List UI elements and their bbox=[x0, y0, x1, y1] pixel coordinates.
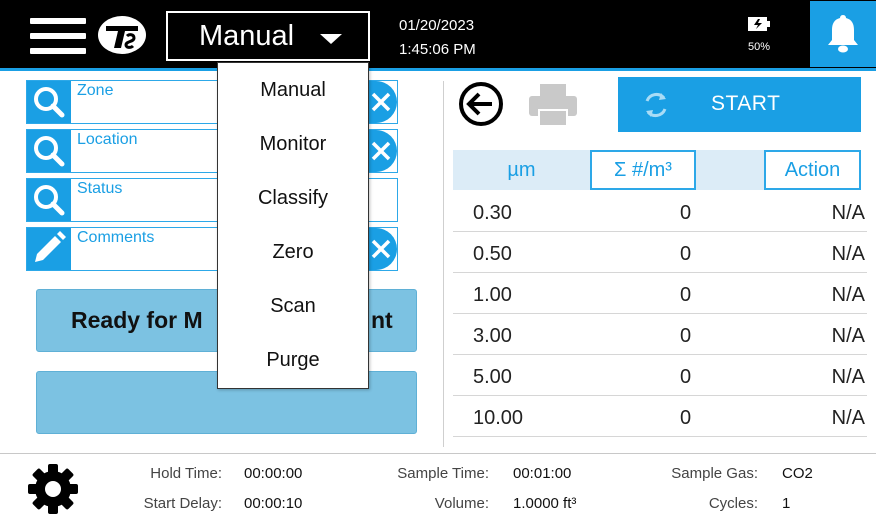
notifications-button[interactable] bbox=[810, 1, 876, 67]
cycles-label: Cycles: bbox=[708, 495, 758, 512]
top-bar: Manual 01/20/2023 1:45:06 PM 50% bbox=[0, 0, 876, 68]
status-search-button[interactable] bbox=[27, 179, 71, 221]
zone-clear-button[interactable] bbox=[367, 81, 397, 123]
status-message-left: Ready for M bbox=[71, 307, 203, 333]
action-cell: N/A bbox=[831, 284, 865, 306]
battery-percent: 50% bbox=[748, 41, 771, 53]
size-cell: 3.00 bbox=[473, 325, 512, 347]
volume-label: Volume: bbox=[434, 495, 489, 512]
close-icon bbox=[371, 92, 391, 112]
column-header-sum[interactable]: Σ #/m³ bbox=[590, 150, 696, 190]
status-message-right: nt bbox=[371, 307, 393, 333]
datetime: 01/20/2023 1:45:06 PM bbox=[399, 14, 476, 62]
count-cell: 0 bbox=[680, 325, 692, 347]
comments-edit-button[interactable] bbox=[27, 228, 71, 270]
start-delay-label: Start Delay: bbox=[143, 495, 222, 512]
action-cell: N/A bbox=[831, 366, 865, 388]
menu-item-monitor[interactable]: Monitor bbox=[218, 117, 368, 171]
date-label: 01/20/2023 bbox=[399, 17, 475, 34]
status-field-label: Status bbox=[77, 180, 123, 197]
action-cell: N/A bbox=[831, 202, 865, 224]
table-row: 0.30 0 N/A bbox=[453, 191, 867, 232]
time-label: 1:45:06 PM bbox=[399, 41, 476, 58]
refresh-icon bbox=[645, 93, 667, 117]
sample-time-label: Sample Time: bbox=[397, 465, 489, 482]
menu-item-manual[interactable]: Manual bbox=[218, 63, 368, 117]
chevron-down-icon bbox=[320, 34, 342, 44]
tsi-logo bbox=[98, 16, 146, 54]
header-accent-rule bbox=[0, 68, 876, 71]
close-icon bbox=[371, 141, 391, 161]
start-delay-value: 00:00:10 bbox=[244, 495, 303, 512]
gear-icon[interactable] bbox=[27, 463, 79, 515]
battery-icon bbox=[748, 17, 770, 31]
search-icon bbox=[34, 185, 65, 216]
menu-item-purge[interactable]: Purge bbox=[218, 333, 368, 387]
sample-time-value: 00:01:00 bbox=[513, 465, 572, 482]
mode-dropdown-menu: Manual Monitor Classify Zero Scan Purge bbox=[217, 62, 369, 389]
start-button-label: START bbox=[711, 92, 781, 115]
size-cell: 10.00 bbox=[473, 407, 524, 429]
footer-divider bbox=[0, 453, 876, 454]
pencil-icon bbox=[35, 231, 66, 262]
menu-item-classify[interactable]: Classify bbox=[218, 171, 368, 225]
location-search-button[interactable] bbox=[27, 130, 71, 172]
location-clear-button[interactable] bbox=[367, 130, 397, 172]
count-cell: 0 bbox=[680, 202, 692, 224]
search-icon bbox=[34, 87, 65, 118]
zone-field-label: Zone bbox=[77, 82, 114, 99]
size-cell: 1.00 bbox=[473, 284, 512, 306]
mode-dropdown[interactable]: Manual bbox=[166, 11, 370, 61]
table-row: 5.00 0 N/A bbox=[453, 355, 867, 396]
printer-icon[interactable] bbox=[527, 82, 579, 128]
hold-time-value: 00:00:00 bbox=[244, 465, 303, 482]
size-cell: 0.30 bbox=[473, 202, 512, 224]
battery-status: 50% bbox=[744, 17, 794, 57]
action-cell: N/A bbox=[831, 243, 865, 265]
comments-field-label: Comments bbox=[77, 229, 155, 246]
size-cell: 0.50 bbox=[473, 243, 512, 265]
bell-icon bbox=[828, 15, 858, 53]
action-cell: N/A bbox=[831, 407, 865, 429]
column-header-action[interactable]: Action bbox=[764, 150, 861, 190]
menu-item-zero[interactable]: Zero bbox=[218, 225, 368, 279]
location-field-label: Location bbox=[77, 131, 138, 148]
action-cell: N/A bbox=[831, 325, 865, 347]
close-icon bbox=[371, 239, 391, 259]
count-cell: 0 bbox=[680, 284, 692, 306]
size-cell: 5.00 bbox=[473, 366, 512, 388]
column-header-spacer bbox=[696, 150, 764, 190]
count-cell: 0 bbox=[680, 243, 692, 265]
table-row: 0.50 0 N/A bbox=[453, 232, 867, 273]
zone-search-button[interactable] bbox=[27, 81, 71, 123]
panel-divider bbox=[443, 81, 444, 447]
volume-value: 1.0000 ft³ bbox=[513, 495, 577, 512]
table-row: 3.00 0 N/A bbox=[453, 314, 867, 355]
mode-dropdown-value: Manual bbox=[199, 19, 295, 52]
table-row: 10.00 0 N/A bbox=[453, 396, 867, 437]
start-button[interactable]: START bbox=[618, 77, 861, 132]
table-row: 1.00 0 N/A bbox=[453, 273, 867, 314]
comments-clear-button[interactable] bbox=[367, 228, 397, 270]
hold-time-label: Hold Time: bbox=[150, 465, 222, 482]
column-header-size: µm bbox=[453, 150, 590, 190]
search-icon bbox=[34, 136, 65, 167]
hamburger-menu-icon[interactable] bbox=[30, 18, 86, 54]
cycles-value: 1 bbox=[782, 495, 791, 512]
count-cell: 0 bbox=[680, 366, 692, 388]
back-arrow-icon[interactable] bbox=[457, 80, 505, 128]
sample-gas-value: CO2 bbox=[782, 465, 813, 482]
sample-gas-label: Sample Gas: bbox=[671, 465, 758, 482]
menu-item-scan[interactable]: Scan bbox=[218, 279, 368, 333]
count-cell: 0 bbox=[680, 407, 692, 429]
